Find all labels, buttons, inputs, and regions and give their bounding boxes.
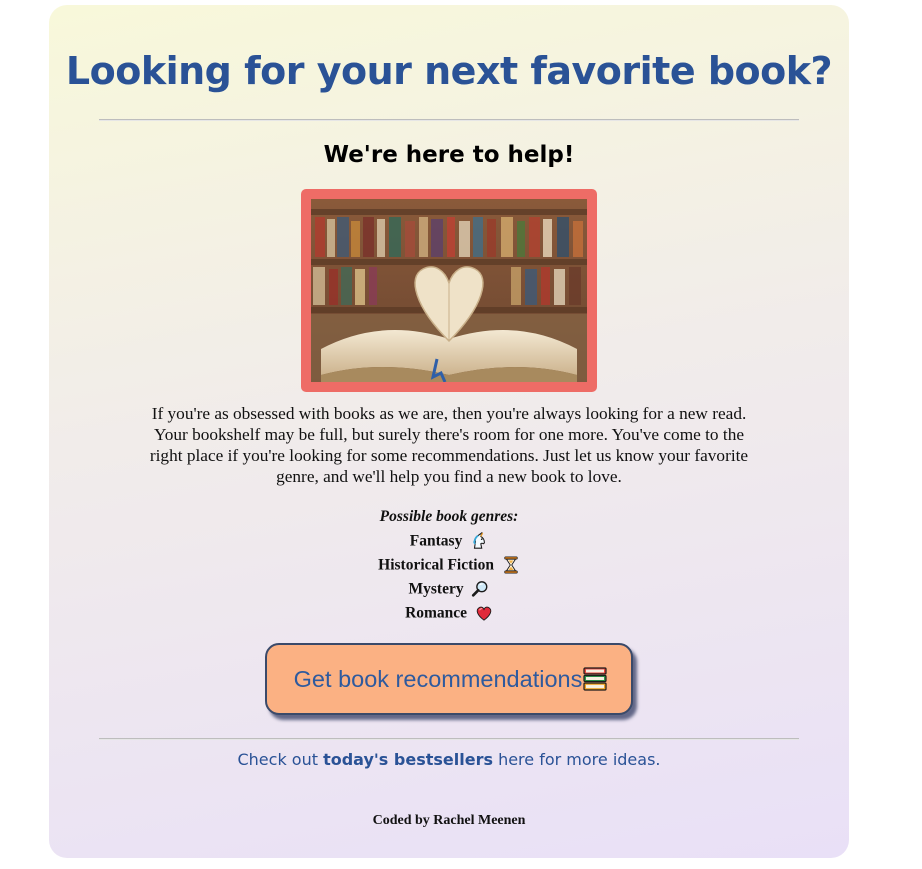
genre-item-mystery: Mystery [49,579,849,603]
genre-item-romance: Romance [49,603,849,627]
bestsellers-suffix: here for more ideas. [492,750,661,769]
genre-list: Possible book genres: Fantasy Historical… [49,507,849,627]
top-divider [99,119,799,121]
intro-paragraph: If you're as obsessed with books as we a… [149,404,749,486]
bestsellers-link[interactable]: today's bestsellers [323,750,493,769]
genre-item-fantasy: Fantasy [49,531,849,555]
book-photo-frame [301,189,597,392]
bestsellers-note: Check out today's bestsellers here for m… [49,750,849,769]
get-recommendations-button[interactable]: Get book recommendations [265,643,633,715]
genre-list-heading: Possible book genres: [379,508,519,525]
genre-label: Historical Fiction [378,556,494,574]
button-label: Get book recommendations [293,665,583,692]
heart-icon [476,607,492,622]
genre-label: Fantasy [409,532,463,550]
books-icon [583,667,607,691]
bestsellers-prefix: Check out [237,750,324,769]
genre-label: Romance [405,604,468,622]
genre-label: Mystery [408,580,464,598]
main-card: Looking for your next favorite book? We'… [49,5,849,858]
magnifying-glass-icon [472,581,488,598]
genre-item-historical-fiction: Historical Fiction [49,555,849,579]
page-subtitle: We're here to help! [323,142,575,168]
bottom-divider [99,738,799,740]
unicorn-icon [473,532,486,550]
open-book-heart-photo [311,199,587,382]
page-title: Looking for your next favorite book? [65,49,833,93]
author-credit: Coded by Rachel Meenen [372,813,526,828]
hourglass-icon [504,556,518,574]
